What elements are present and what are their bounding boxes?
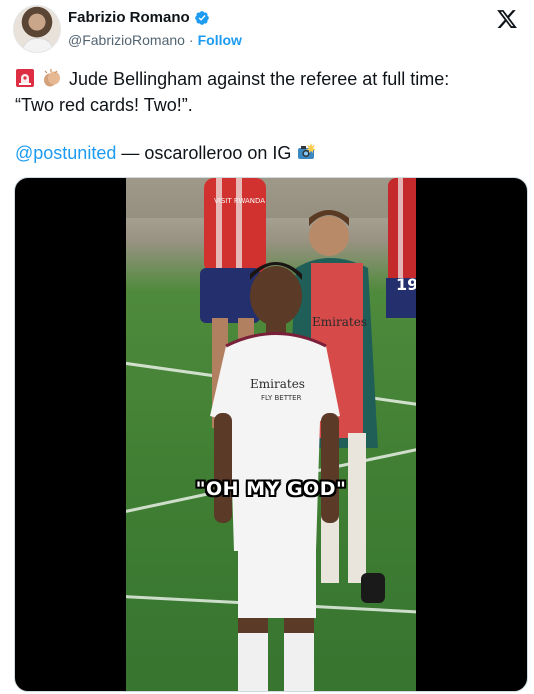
tweet-credit: @postunited — oscarolleroo on IG xyxy=(15,140,318,166)
rotating-light-emoji xyxy=(16,69,34,87)
shirt-sponsor-sub: FLY BETTER xyxy=(261,394,302,402)
ad-board-text: VISIT RWANDA xyxy=(214,197,265,205)
verified-badge-icon xyxy=(194,10,209,25)
handle-separator: · xyxy=(188,32,194,48)
video-scene: VISIT RWANDA 19 Emirates xyxy=(126,178,416,691)
video-caption: "OH MY GOD" xyxy=(195,478,347,500)
mention-link[interactable]: @postunited xyxy=(15,143,116,163)
clapping-hands-emoji xyxy=(44,69,61,87)
player-number: 19 xyxy=(396,275,416,294)
background-sponsor-text: Emirates xyxy=(312,315,367,329)
follow-button[interactable]: Follow xyxy=(198,32,242,48)
tweet-body: Jude Bellingham against the referee at f… xyxy=(15,66,520,118)
camera-flash-emoji xyxy=(298,143,317,159)
tweet-text-line-1: Jude Bellingham against the referee at f… xyxy=(69,69,450,89)
author-name[interactable]: Fabrizio Romano xyxy=(68,9,190,26)
video-player[interactable]: VISIT RWANDA 19 Emirates xyxy=(14,177,528,692)
tweet-text-line-2: “Two red cards! Two!”. xyxy=(15,95,193,115)
author-handle[interactable]: @FabrizioRomano xyxy=(68,32,185,48)
avatar-shirt xyxy=(22,38,54,52)
author-handle-row: @FabrizioRomano · Follow xyxy=(68,32,242,48)
video-frame[interactable]: VISIT RWANDA 19 Emirates xyxy=(126,178,416,691)
tweet-header: Fabrizio Romano @FabrizioRomano · Follow xyxy=(0,0,534,60)
tweet-line-1: Jude Bellingham against the referee at f… xyxy=(15,66,520,92)
shirt-sponsor-text: Emirates xyxy=(250,377,305,391)
x-logo-icon[interactable] xyxy=(496,8,518,30)
player-right-red: 19 xyxy=(386,178,416,318)
author-name-row: Fabrizio Romano xyxy=(68,9,210,26)
credit-text: — oscarolleroo on IG xyxy=(121,143,292,163)
author-avatar[interactable] xyxy=(13,5,61,53)
